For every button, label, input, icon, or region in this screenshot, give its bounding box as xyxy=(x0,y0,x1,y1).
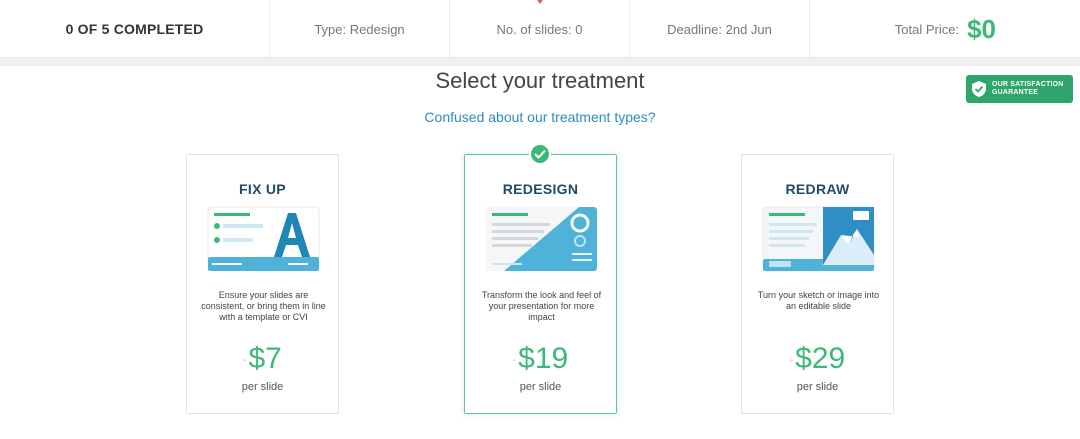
card-price-unit: per slide xyxy=(241,381,284,393)
shield-check-icon xyxy=(972,81,986,97)
treatment-card-redesign[interactable]: REDESIGN Transform the look and feel of … xyxy=(464,154,617,414)
guarantee-line1: OUR SATISFACTION xyxy=(992,81,1064,88)
treatment-card-redraw[interactable]: REDRAW Turn your sketch or image into an… xyxy=(741,154,894,414)
card-description: Transform the look and feel of your pres… xyxy=(481,290,602,322)
card-title: REDESIGN xyxy=(502,181,579,197)
status-bar: 0 OF 5 COMPLETED Type: Redesign No. of s… xyxy=(0,0,1080,58)
card-price-value: $19 xyxy=(518,342,569,375)
card-price-unit: per slide xyxy=(519,381,562,393)
total-price: Total Price: $0 xyxy=(810,0,1080,58)
card-price-unit: per slide xyxy=(796,381,839,393)
redesign-illustration-icon xyxy=(486,207,597,271)
step-pointer-icon xyxy=(536,0,543,4)
divider-band xyxy=(0,58,1080,66)
page-title: Select your treatment xyxy=(435,68,645,93)
fixup-illustration-icon xyxy=(207,206,320,271)
card-price: -$7 xyxy=(243,342,282,375)
card-description: Turn your sketch or image into an editab… xyxy=(757,290,880,311)
slide-count-label: No. of slides: 0 xyxy=(496,21,583,37)
card-price: -$19 xyxy=(512,342,569,375)
total-price-label: Total Price: xyxy=(894,21,960,37)
satisfaction-guarantee-badge[interactable]: OUR SATISFACTION GUARANTEE xyxy=(966,75,1073,103)
progress-status: 0 OF 5 COMPLETED xyxy=(0,0,270,58)
slide-count: No. of slides: 0 xyxy=(450,0,630,58)
selected-check-icon xyxy=(529,143,551,165)
treatment-types-link[interactable]: Confused about our treatment types? xyxy=(0,109,1080,125)
card-description: Ensure your slides are consistent, or br… xyxy=(201,290,326,322)
deadline: Deadline: 2nd Jun xyxy=(630,0,810,58)
card-price: -$29 xyxy=(789,342,846,375)
redraw-illustration-icon xyxy=(762,206,875,272)
card-title: REDRAW xyxy=(785,181,850,197)
card-price-value: $29 xyxy=(795,342,846,375)
card-price-value: $7 xyxy=(248,342,282,375)
card-title: FIX UP xyxy=(239,181,286,197)
total-price-value: $0 xyxy=(967,13,996,44)
treatment-card-fixup[interactable]: FIX UP Ensure your slides are consistent… xyxy=(186,154,339,414)
order-type: Type: Redesign xyxy=(270,0,450,58)
guarantee-line2: GUARANTEE xyxy=(992,89,1039,96)
